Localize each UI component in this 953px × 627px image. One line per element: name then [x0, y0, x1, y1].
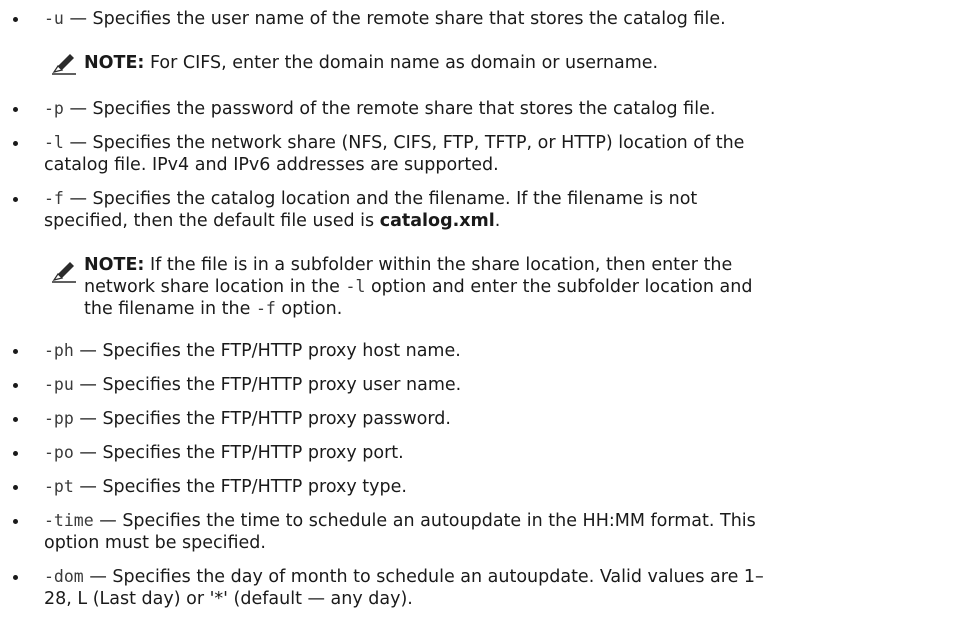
- option-code: -u: [44, 9, 64, 28]
- option-description-line2: option must be specified.: [44, 533, 266, 553]
- item-text: -pp — Specifies the FTP/HTTP proxy passw…: [44, 408, 939, 430]
- bullet: [10, 572, 20, 582]
- item-text: -l — Specifies the network share (NFS, C…: [44, 132, 939, 176]
- inline-code-l: -l: [345, 277, 366, 296]
- inline-code-f: -f: [255, 299, 276, 318]
- option-code: -pu: [44, 375, 74, 394]
- separator: —: [73, 409, 103, 429]
- option-code: -l: [44, 133, 64, 152]
- option-description-line2: specified, then the default file used is: [44, 211, 380, 231]
- note-label: NOTE:: [84, 53, 145, 73]
- separator: —: [63, 9, 93, 29]
- bullet: [10, 448, 20, 458]
- separator: —: [73, 443, 103, 463]
- item-text: -pu — Specifies the FTP/HTTP proxy user …: [44, 374, 939, 396]
- option-description: Specifies the user name of the remote sh…: [92, 9, 726, 29]
- separator: —: [73, 477, 103, 497]
- option-description: Specifies the FTP/HTTP proxy user name.: [102, 375, 462, 395]
- default-filename: catalog.xml: [379, 211, 495, 231]
- option-description: Specifies the FTP/HTTP proxy type.: [102, 477, 407, 497]
- option-code: -p: [44, 99, 64, 118]
- bullet: [10, 138, 20, 148]
- note-body-line2-b: option and enter the subfolder location …: [365, 277, 753, 297]
- item-text: -time — Specifies the time to schedule a…: [44, 510, 939, 554]
- option-description: Specifies the password of the remote sha…: [92, 99, 716, 119]
- item-text: -u — Specifies the user name of the remo…: [44, 8, 939, 30]
- separator: —: [73, 341, 103, 361]
- note-text: NOTE: If the file is in a subfolder with…: [84, 254, 944, 320]
- item-text: -pt — Specifies the FTP/HTTP proxy type.: [44, 476, 939, 498]
- item-text: -po — Specifies the FTP/HTTP proxy port.: [44, 442, 939, 464]
- bullet: [10, 194, 20, 204]
- bullet: [10, 104, 20, 114]
- bullet: [10, 380, 20, 390]
- option-code: -po: [44, 443, 74, 462]
- bullet: [10, 516, 20, 526]
- item-text: -f — Specifies the catalog location and …: [44, 188, 939, 232]
- option-description: Specifies the FTP/HTTP proxy port.: [102, 443, 404, 463]
- note-text: NOTE: For CIFS, enter the domain name as…: [84, 52, 944, 74]
- bullet: [10, 414, 20, 424]
- separator: —: [63, 133, 93, 153]
- item-text: -ph — Specifies the FTP/HTTP proxy host …: [44, 340, 939, 362]
- option-code: -time: [44, 511, 94, 530]
- separator: —: [73, 375, 103, 395]
- option-description-line2: catalog file. IPv4 and IPv6 addresses ar…: [44, 155, 499, 175]
- pencil-note-icon: [52, 54, 76, 75]
- option-description-line1: Specifies the network share (NFS, CIFS, …: [92, 133, 745, 153]
- option-description: Specifies the FTP/HTTP proxy password.: [102, 409, 451, 429]
- pencil-note-icon: [52, 262, 76, 283]
- item-text: -dom — Specifies the day of month to sch…: [44, 566, 939, 610]
- option-code: -pp: [44, 409, 74, 428]
- bullet: [10, 14, 20, 24]
- option-code: -ph: [44, 341, 74, 360]
- option-description: Specifies the FTP/HTTP proxy host name.: [102, 341, 461, 361]
- bullet: [10, 346, 20, 356]
- separator: —: [83, 567, 113, 587]
- option-description-line1: Specifies the catalog location and the f…: [92, 189, 698, 209]
- note-body-line3-b: option.: [275, 299, 343, 319]
- separator: —: [63, 189, 93, 209]
- option-code: -dom: [44, 567, 84, 586]
- period: .: [494, 211, 501, 231]
- option-description-line1: Specifies the day of month to schedule a…: [112, 567, 764, 587]
- note-body-line3-a: the filename in the: [84, 299, 256, 319]
- note-label: NOTE:: [84, 255, 145, 275]
- bullet: [10, 482, 20, 492]
- item-text: -p — Specifies the password of the remot…: [44, 98, 939, 120]
- option-description-line1: Specifies the time to schedule an autoup…: [122, 511, 756, 531]
- option-code: -f: [44, 189, 64, 208]
- option-code: -pt: [44, 477, 74, 496]
- separator: —: [93, 511, 123, 531]
- note-body: For CIFS, enter the domain name as domai…: [144, 53, 659, 73]
- separator: —: [63, 99, 93, 119]
- note-body-line1: If the file is in a subfolder within the…: [144, 255, 733, 275]
- option-description-line2: 28, L (Last day) or '*' (default — any d…: [44, 589, 413, 609]
- note-body-line2-a: network share location in the: [84, 277, 346, 297]
